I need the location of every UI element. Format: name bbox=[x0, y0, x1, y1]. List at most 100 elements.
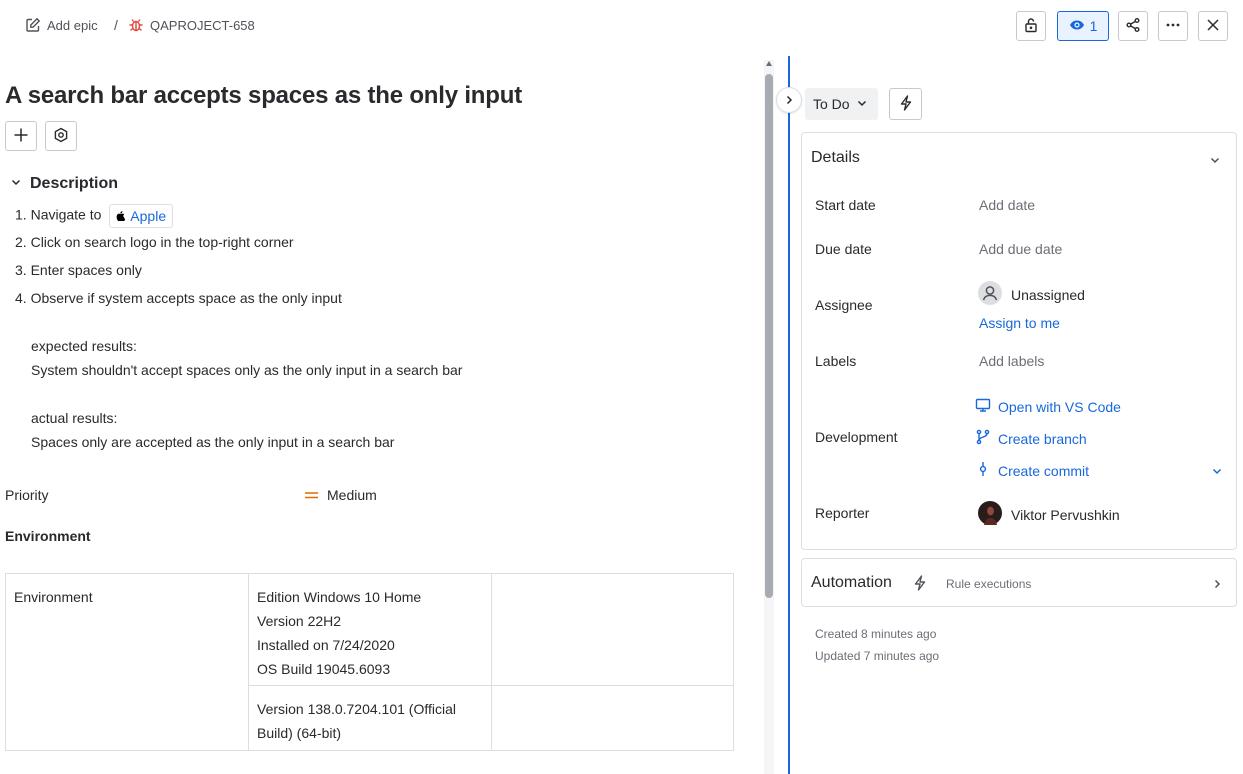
priority-medium-icon bbox=[305, 487, 318, 503]
apple-smart-link[interactable]: Apple bbox=[109, 204, 174, 228]
assign-to-me-link[interactable]: Assign to me bbox=[979, 315, 1060, 331]
watch-count: 1 bbox=[1089, 18, 1098, 34]
settings-hex-icon bbox=[53, 127, 69, 146]
monitor-icon bbox=[975, 397, 991, 416]
cell-line: Installed on 7/24/2020 bbox=[257, 637, 395, 653]
step-number: 2. bbox=[15, 234, 27, 250]
lightning-icon bbox=[913, 575, 927, 594]
chevron-down-icon[interactable] bbox=[1209, 153, 1221, 169]
actual-label: actual results: bbox=[31, 410, 118, 426]
start-date-label: Start date bbox=[815, 197, 876, 213]
create-branch-link[interactable]: Create branch bbox=[975, 429, 1087, 448]
step-number: 1. bbox=[15, 206, 27, 223]
step-1: 1. Navigate to Apple bbox=[15, 204, 174, 228]
assignee-field[interactable]: Unassigned bbox=[978, 281, 1085, 308]
breadcrumb-separator: / bbox=[114, 17, 118, 33]
share-button[interactable] bbox=[1118, 11, 1148, 41]
more-icon bbox=[1165, 17, 1181, 36]
environment-label: Environment bbox=[5, 528, 91, 544]
create-branch-label: Create branch bbox=[998, 430, 1087, 447]
table-cell: Version 138.0.7204.101 (Official Build) … bbox=[248, 685, 492, 751]
step-3: 3. Enter spaces only bbox=[15, 260, 142, 280]
due-date-field[interactable]: Add due date bbox=[979, 241, 1062, 257]
step-text: Click on search logo in the top-right co… bbox=[30, 234, 294, 250]
watch-button[interactable]: 1 bbox=[1057, 11, 1109, 41]
assignee-value: Unassigned bbox=[1011, 286, 1085, 303]
actual-text: Spaces only are accepted as the only inp… bbox=[31, 434, 395, 450]
expected-label: expected results: bbox=[31, 338, 137, 354]
issue-key-link[interactable]: QAPROJECT-658 bbox=[128, 17, 255, 33]
reporter-value: Viktor Pervushkin bbox=[1011, 506, 1120, 523]
add-epic-link[interactable]: Add epic bbox=[25, 17, 98, 33]
unlock-icon bbox=[1023, 17, 1039, 36]
start-date-field[interactable]: Add date bbox=[979, 197, 1035, 213]
panel-resize-divider[interactable] bbox=[788, 56, 790, 774]
cell-line: Version 22H2 bbox=[257, 613, 342, 629]
reporter-field[interactable]: Viktor Pervushkin bbox=[978, 501, 1120, 528]
collapse-panel-button[interactable] bbox=[777, 88, 801, 112]
description-toggle[interactable]: Description bbox=[10, 175, 118, 193]
status-dropdown[interactable]: To Do bbox=[805, 88, 878, 120]
more-actions-button[interactable] bbox=[1158, 11, 1188, 41]
priority-label: Priority bbox=[5, 487, 49, 503]
scrollbar-thumb[interactable] bbox=[765, 74, 773, 598]
create-commit-label: Create commit bbox=[998, 462, 1090, 479]
create-commit-link[interactable]: Create commit bbox=[975, 461, 1089, 480]
created-timestamp: Created 8 minutes ago bbox=[815, 627, 937, 641]
avatar bbox=[978, 501, 1002, 528]
chevron-right-icon bbox=[1211, 577, 1223, 593]
open-vs-code-label: Open with VS Code bbox=[998, 398, 1121, 415]
add-button[interactable] bbox=[5, 121, 37, 151]
step-number: 4. bbox=[15, 290, 27, 306]
step-text: Enter spaces only bbox=[30, 262, 142, 278]
details-card: Details Start date Add date Due date Add… bbox=[801, 132, 1237, 550]
description-heading: Description bbox=[30, 175, 119, 192]
cell-line: Version 138.0.7204.101 (Official bbox=[257, 701, 456, 717]
bug-icon bbox=[128, 17, 144, 33]
top-bar: Add epic / QAPROJECT-658 1 bbox=[0, 0, 1243, 52]
chevron-down-icon bbox=[856, 96, 868, 112]
lightning-icon bbox=[899, 94, 913, 114]
details-heading[interactable]: Details bbox=[811, 149, 860, 167]
automation-heading: Automation bbox=[811, 574, 892, 591]
close-icon bbox=[1205, 17, 1221, 36]
apple-link-label: Apple bbox=[130, 208, 167, 224]
automation-card[interactable]: Automation Rule executions bbox=[801, 558, 1237, 607]
open-vs-code-link[interactable]: Open with VS Code bbox=[975, 397, 1121, 416]
chevron-down-icon[interactable] bbox=[1211, 464, 1223, 480]
automation-actions-button[interactable] bbox=[889, 88, 922, 120]
eye-icon bbox=[1069, 17, 1085, 36]
issue-title[interactable]: A search bar accepts spaces as the only … bbox=[5, 82, 522, 110]
table-cell bbox=[491, 573, 734, 686]
close-button[interactable] bbox=[1198, 11, 1228, 41]
issue-key: QAPROJECT-658 bbox=[150, 17, 255, 33]
priority-field[interactable]: Medium bbox=[305, 487, 377, 503]
assignee-label: Assignee bbox=[815, 297, 873, 313]
chevron-down-icon bbox=[10, 175, 22, 193]
labels-label: Labels bbox=[815, 353, 857, 369]
status-value: To Do bbox=[813, 96, 850, 112]
expected-text: System shouldn't accept spaces only as t… bbox=[31, 362, 463, 378]
reporter-label: Reporter bbox=[815, 505, 870, 521]
rule-executions-label[interactable]: Rule executions bbox=[946, 577, 1031, 591]
environment-table[interactable]: Environment Edition Windows 10 Home Vers… bbox=[5, 573, 734, 751]
cell-line: Build) (64-bit) bbox=[257, 725, 342, 741]
plus-icon bbox=[13, 127, 29, 146]
step-number: 3. bbox=[15, 262, 27, 278]
due-date-label: Due date bbox=[815, 241, 872, 257]
scroll-up-arrow[interactable] bbox=[766, 61, 772, 66]
step-4: 4. Observe if system accepts space as th… bbox=[15, 288, 342, 308]
apps-button[interactable] bbox=[45, 121, 77, 151]
commit-icon bbox=[975, 461, 991, 480]
step-text: Observe if system accepts space as the o… bbox=[30, 290, 342, 306]
step-text: Navigate to bbox=[30, 206, 102, 223]
labels-field[interactable]: Add labels bbox=[979, 353, 1044, 369]
updated-timestamp: Updated 7 minutes ago bbox=[815, 649, 940, 663]
table-row: Environment Edition Windows 10 Home Vers… bbox=[5, 573, 734, 751]
table-cell bbox=[491, 685, 734, 751]
restrictions-button[interactable] bbox=[1016, 11, 1046, 41]
priority-value: Medium bbox=[327, 487, 377, 503]
share-icon bbox=[1125, 17, 1141, 36]
edit-icon bbox=[25, 17, 41, 33]
unassigned-avatar-icon bbox=[978, 281, 1002, 308]
